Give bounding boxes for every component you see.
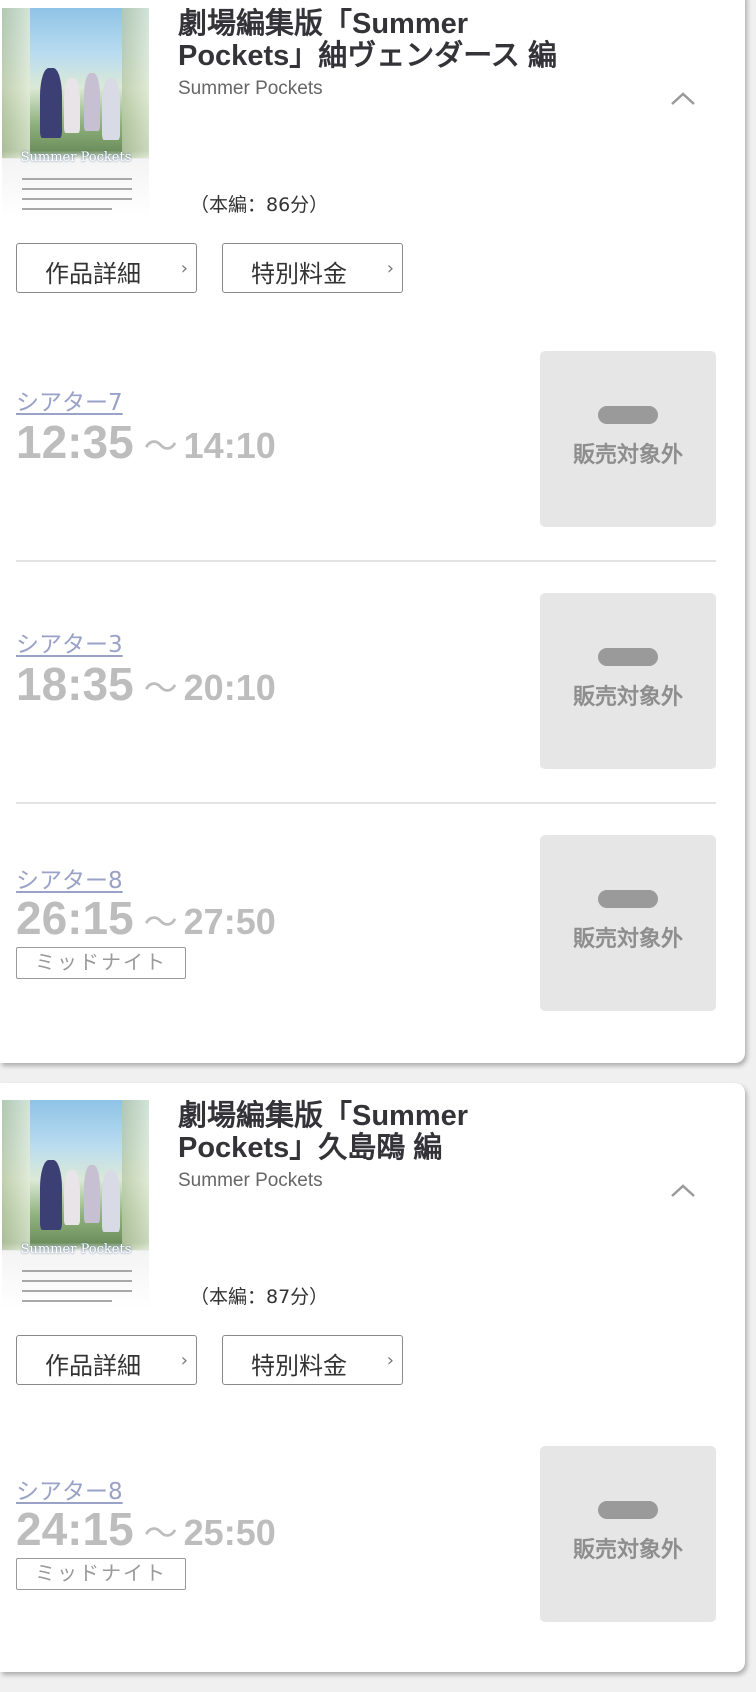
divider: [16, 560, 716, 562]
film-title-line1: 劇場編集版「Summer: [178, 1100, 469, 1132]
showtime: 24:15 ～ 25:50: [16, 1502, 276, 1556]
divider: [16, 802, 716, 804]
film-card-1: Summer Pockets 劇場編集版「Summer Pockets」紬ヴェン…: [0, 0, 745, 1063]
end-time: 14:10: [183, 425, 276, 466]
theater-link[interactable]: シアター3: [16, 625, 123, 659]
poster-logo: Summer Pockets: [20, 1242, 132, 1257]
film-duration: （本編：86分）: [190, 194, 329, 216]
sale-status-text: 販売対象外: [572, 927, 683, 952]
sale-status-box: 販売対象外: [540, 593, 716, 769]
end-time: 25:50: [183, 1512, 276, 1553]
sale-status-box: 販売対象外: [540, 351, 716, 527]
film-detail-label: 作品詳細: [45, 1352, 141, 1380]
film-subtitle: Summer Pockets: [178, 1170, 323, 1191]
status-pill-icon: [598, 648, 658, 666]
sale-status-box: 販売対象外: [540, 1446, 716, 1622]
showtime: 18:35 ～ 20:10: [16, 657, 276, 711]
theater-link[interactable]: シアター8: [16, 861, 123, 895]
collapse-toggle[interactable]: [670, 1182, 696, 1208]
film-detail-label: 作品詳細: [45, 260, 141, 288]
status-pill-icon: [598, 406, 658, 424]
showing-row: シアター8 24:15 ～ 25:50 ミッドナイト 販売対象外: [16, 1446, 716, 1622]
chevron-up-icon: [671, 1184, 695, 1197]
special-price-label: 特別料金: [251, 260, 347, 288]
theater-link[interactable]: シアター7: [16, 383, 123, 417]
film-card-2: Summer Pockets 劇場編集版「Summer Pockets」久島鴎 …: [0, 1083, 745, 1672]
showing-row: シアター3 18:35 ～ 20:10 販売対象外: [16, 593, 716, 769]
film-title-line1: 劇場編集版「Summer: [178, 8, 469, 40]
film-poster[interactable]: Summer Pockets: [2, 8, 149, 218]
theater-link[interactable]: シアター8: [16, 1472, 123, 1506]
special-price-button[interactable]: 特別料金 ›: [222, 1335, 403, 1385]
end-time: 20:10: [183, 667, 276, 708]
film-subtitle: Summer Pockets: [178, 78, 323, 99]
time-separator: ～: [143, 428, 178, 466]
start-time: 24:15: [16, 1503, 134, 1555]
midnight-tag: ミッドナイト: [16, 1558, 186, 1590]
sale-status-text: 販売対象外: [572, 685, 683, 710]
chevron-right-icon: ›: [180, 258, 188, 279]
collapse-toggle[interactable]: [670, 90, 696, 116]
sale-status-text: 販売対象外: [572, 1538, 683, 1563]
showing-row: シアター8 26:15 ～ 27:50 ミッドナイト 販売対象外: [16, 835, 716, 1011]
time-separator: ～: [143, 670, 178, 708]
film-title[interactable]: 劇場編集版「Summer Pockets」久島鴎 編: [178, 1100, 618, 1164]
special-price-button[interactable]: 特別料金 ›: [222, 243, 403, 293]
film-title-line2: Pockets」久島鴎 編: [178, 1132, 443, 1164]
special-price-label: 特別料金: [251, 1352, 347, 1380]
poster-logo: Summer Pockets: [20, 150, 132, 165]
showing-row: シアター7 12:35 ～ 14:10 販売対象外: [16, 351, 716, 527]
chevron-up-icon: [671, 92, 695, 105]
start-time: 18:35: [16, 658, 134, 710]
showtime: 26:15 ～ 27:50: [16, 891, 276, 945]
time-separator: ～: [143, 1515, 178, 1553]
start-time: 26:15: [16, 892, 134, 944]
film-duration: （本編：87分）: [190, 1286, 329, 1308]
time-separator: ～: [143, 904, 178, 942]
status-pill-icon: [598, 890, 658, 908]
status-pill-icon: [598, 1501, 658, 1519]
film-detail-button[interactable]: 作品詳細 ›: [16, 243, 197, 293]
film-detail-button[interactable]: 作品詳細 ›: [16, 1335, 197, 1385]
midnight-tag: ミッドナイト: [16, 947, 186, 979]
end-time: 27:50: [183, 901, 276, 942]
chevron-right-icon: ›: [180, 1350, 188, 1371]
film-poster[interactable]: Summer Pockets: [2, 1100, 149, 1310]
chevron-right-icon: ›: [386, 258, 394, 279]
start-time: 12:35: [16, 416, 134, 468]
sale-status-box: 販売対象外: [540, 835, 716, 1011]
film-title-line2: Pockets」紬ヴェンダース 編: [178, 40, 557, 72]
sale-status-text: 販売対象外: [572, 443, 683, 468]
showtime: 12:35 ～ 14:10: [16, 415, 276, 469]
chevron-right-icon: ›: [386, 1350, 394, 1371]
film-title[interactable]: 劇場編集版「Summer Pockets」紬ヴェンダース 編: [178, 8, 618, 72]
